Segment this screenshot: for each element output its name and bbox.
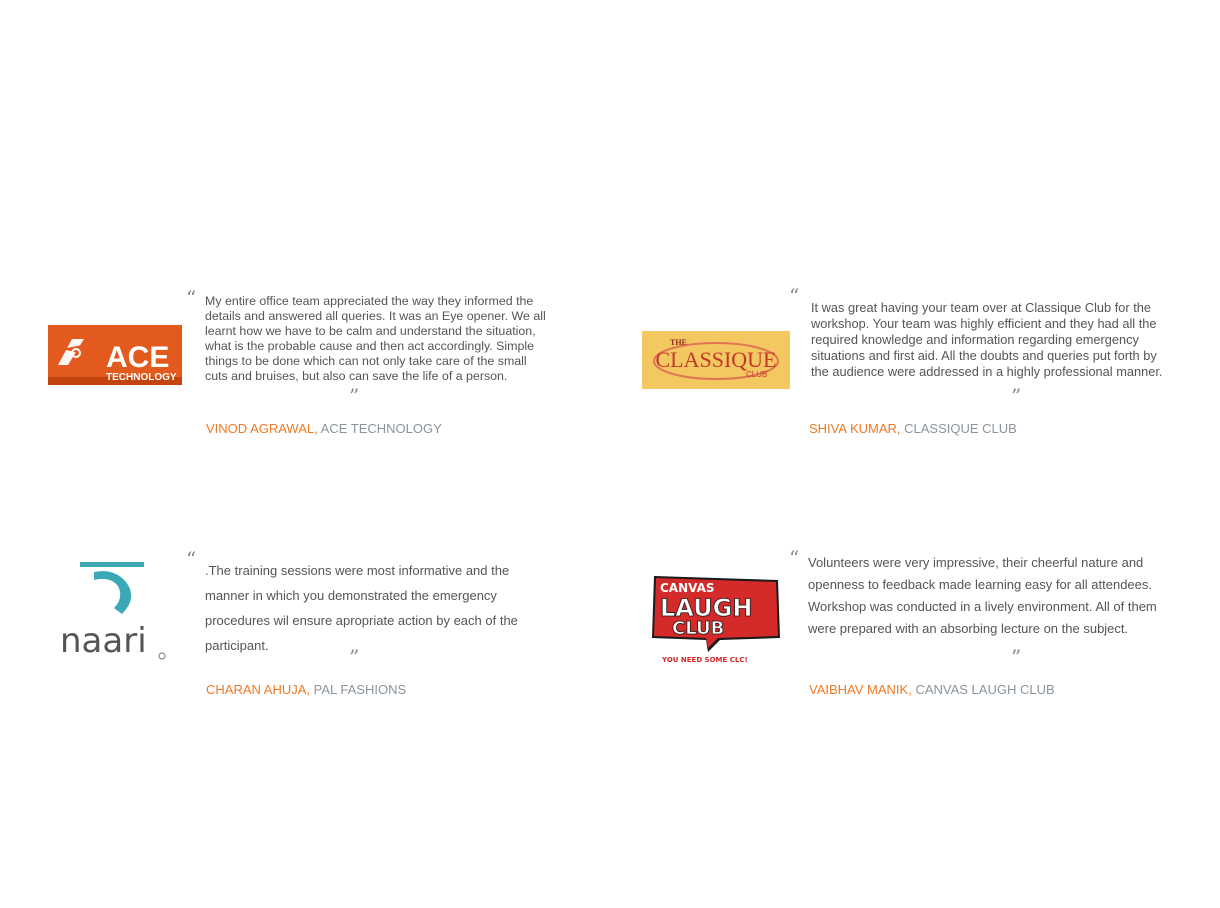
testimonial-company: PAL FASHIONS: [313, 682, 407, 697]
svg-text:TECHNOLOGY: TECHNOLOGY: [106, 372, 177, 383]
classique-club-logo: THE CLASSIQUE CLUB: [642, 331, 790, 389]
svg-text:naari: naari: [60, 621, 147, 661]
testimonial-company: CLASSIQUE CLUB: [904, 421, 1017, 436]
testimonial-author: VAIBHAV MANIK,: [809, 682, 912, 697]
testimonial-author: CHARAN AHUJA,: [206, 682, 311, 697]
close-quote-icon: ”: [349, 645, 360, 669]
svg-text:CLUB: CLUB: [746, 370, 767, 379]
canvas-laugh-club-logo-icon: CANVAS LAUGH CLUB YOU NEED SOME CLC!: [652, 576, 780, 664]
close-quote-icon: ”: [1011, 384, 1022, 408]
testimonial-company: ACE TECHNOLOGY: [320, 421, 442, 436]
open-quote-icon: “: [789, 546, 800, 570]
testimonial-attribution: CHARAN AHUJA, PAL FASHIONS: [206, 682, 406, 697]
open-quote-icon: “: [186, 286, 197, 310]
testimonial-company: CANVAS LAUGH CLUB: [915, 682, 1055, 697]
testimonial-quote: It was great having your team over at Cl…: [811, 300, 1163, 379]
classique-club-logo-icon: THE CLASSIQUE CLUB: [653, 338, 779, 380]
svg-text:CLASSIQUE: CLASSIQUE: [655, 347, 776, 372]
naari-logo-icon: naari: [60, 562, 166, 661]
testimonial-quote: Volunteers were very impressive, their c…: [808, 555, 1157, 636]
testimonial-attribution: VAIBHAV MANIK, CANVAS LAUGH CLUB: [809, 682, 1055, 697]
svg-text:ACE: ACE: [106, 341, 169, 374]
svg-text:CANVAS: CANVAS: [660, 581, 715, 595]
svg-text:THE: THE: [670, 338, 687, 347]
close-quote-icon: ”: [1011, 645, 1022, 669]
ace-technology-logo-icon: ACE TECHNOLOGY: [48, 339, 182, 385]
testimonial-author: VINOD AGRAWAL,: [206, 421, 318, 436]
ace-technology-logo: ACE TECHNOLOGY: [48, 325, 182, 385]
testimonial-quote: My entire office team appreciated the wa…: [205, 294, 546, 383]
svg-text:CLUB: CLUB: [672, 618, 724, 639]
svg-text:YOU NEED SOME CLC!: YOU NEED SOME CLC!: [661, 656, 748, 664]
open-quote-icon: “: [186, 547, 197, 571]
testimonial-attribution: VINOD AGRAWAL, ACE TECHNOLOGY: [206, 421, 442, 436]
testimonial-author: SHIVA KUMAR,: [809, 421, 901, 436]
close-quote-icon: ”: [349, 384, 360, 408]
open-quote-icon: “: [789, 284, 800, 308]
canvas-laugh-club-logo: CANVAS LAUGH CLUB YOU NEED SOME CLC!: [648, 572, 784, 666]
testimonial-attribution: SHIVA KUMAR, CLASSIQUE CLUB: [809, 421, 1017, 436]
testimonial-quote: .The training sessions were most informa…: [205, 563, 518, 653]
naari-logo: naari: [58, 560, 170, 664]
